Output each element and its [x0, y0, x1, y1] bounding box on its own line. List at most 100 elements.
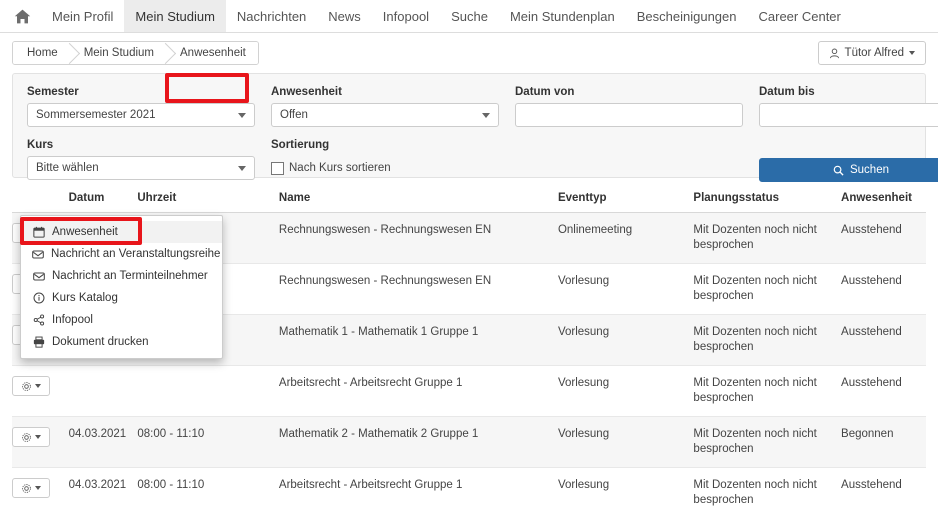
- nav-item-suche[interactable]: Suche: [440, 0, 499, 32]
- nav-label: Mein Studium: [135, 8, 215, 24]
- table-row[interactable]: Arbeitsrecht - Arbeitsrecht Gruppe 1 Vorl…: [12, 365, 926, 417]
- filter-label-datum-von: Datum von: [515, 86, 575, 98]
- cell-datum: [68, 365, 138, 417]
- semester-select[interactable]: Sommersemester 2021: [27, 103, 255, 127]
- suchen-label: Suchen: [849, 164, 889, 176]
- breadcrumb-item-home[interactable]: Home: [13, 42, 70, 64]
- cell-anwesenheit: Ausstehend: [841, 212, 926, 264]
- cell-uhrzeit: 08:00 - 11:10: [137, 416, 279, 468]
- row-actions-cell: [12, 467, 69, 515]
- home-icon: [14, 9, 31, 23]
- cell-anwesenheit: Begonnen: [841, 416, 926, 468]
- home-button[interactable]: [0, 0, 41, 32]
- context-menu-item-infopool[interactable]: Infopool: [21, 309, 222, 331]
- filter-anwesenheit: Anwesenheit Offen Sortierung Nach Kurs s…: [271, 86, 499, 182]
- chevron-down-icon: [238, 113, 246, 118]
- breadcrumb-item-mein-studium[interactable]: Mein Studium: [69, 42, 166, 64]
- user-menu-button[interactable]: Tütor Alfred: [817, 41, 926, 65]
- suchen-button[interactable]: Suchen: [759, 158, 938, 182]
- top-navigation-bar: Mein Profil Mein Studium Nachrichten New…: [0, 0, 938, 33]
- row-actions-context-menu[interactable]: Anwesenheit Nachricht an Veranstaltungsre…: [20, 215, 223, 359]
- cell-planungsstatus: Mit Dozenten noch nicht besprochen: [693, 212, 842, 264]
- datum-bis-input[interactable]: [759, 103, 938, 127]
- sortierung-checkbox-row[interactable]: Nach Kurs sortieren: [271, 156, 499, 180]
- nav-item-infopool[interactable]: Infopool: [372, 0, 440, 32]
- context-menu-item-kurs-katalog[interactable]: Kurs Katalog: [21, 287, 222, 309]
- cell-planungsstatus: Mit Dozenten noch nicht besprochen: [693, 314, 842, 366]
- nav-item-nachrichten[interactable]: Nachrichten: [226, 0, 317, 32]
- row-actions-button[interactable]: [12, 478, 50, 498]
- breadcrumb-item-anwesenheit[interactable]: Anwesenheit: [166, 42, 258, 64]
- breadcrumb-label: Home: [27, 47, 58, 59]
- column-header-name[interactable]: Name: [278, 192, 558, 213]
- nav-item-mein-studium[interactable]: Mein Studium: [124, 0, 226, 32]
- nach-kurs-sortieren-checkbox[interactable]: [271, 161, 284, 175]
- user-menu-label: Tütor Alfred: [844, 47, 904, 59]
- filter-label-datum-bis: Datum bis: [759, 86, 815, 98]
- cell-name: Rechnungswesen - Rechnungswesen EN: [278, 263, 558, 315]
- row-actions-button[interactable]: [12, 376, 50, 396]
- column-header-planungsstatus[interactable]: Planungsstatus: [693, 192, 842, 213]
- nav-label: Infopool: [382, 8, 430, 24]
- cell-eventtyp: Vorlesung: [557, 467, 694, 515]
- nav-label: Mein Stundenplan: [509, 8, 615, 24]
- kurs-select[interactable]: Bitte wählen: [27, 156, 255, 180]
- cell-eventtyp: Vorlesung: [557, 263, 694, 315]
- nav-item-news[interactable]: News: [317, 0, 372, 32]
- cell-anwesenheit: Ausstehend: [841, 314, 926, 366]
- table-row[interactable]: 04.03.2021 08:00 - 11:10 Mathematik 2 - Ma…: [12, 416, 926, 468]
- cell-eventtyp: Onlinemeeting: [557, 212, 694, 264]
- context-menu-item-label: Infopool: [52, 314, 93, 326]
- context-menu-item-anwesenheit[interactable]: Anwesenheit: [21, 221, 222, 243]
- context-menu-item-label: Anwesenheit: [52, 226, 118, 238]
- nav-item-career-center[interactable]: Career Center: [748, 0, 852, 32]
- gear-icon: [22, 432, 31, 442]
- nav-item-bescheinigungen[interactable]: Bescheinigungen: [626, 0, 748, 32]
- search-icon: [833, 165, 844, 176]
- cell-eventtyp: Vorlesung: [557, 365, 694, 417]
- cell-datum: 04.03.2021: [68, 467, 138, 515]
- breadcrumb: Home Mein Studium Anwesenheit: [12, 41, 259, 65]
- semester-value: Sommersemester 2021: [36, 109, 156, 121]
- table-header-row: Datum Uhrzeit Name Eventtyp Planungsstat…: [12, 192, 926, 213]
- column-header-anwesenheit[interactable]: Anwesenheit: [841, 192, 926, 213]
- chevron-down-icon: [482, 113, 490, 118]
- cell-name: Mathematik 2 - Mathematik 2 Gruppe 1: [278, 416, 558, 468]
- attendance-table-wrapper: Datum Uhrzeit Name Eventtyp Planungsstat…: [12, 192, 926, 515]
- nav-label: Bescheinigungen: [636, 8, 737, 24]
- cell-planungsstatus: Mit Dozenten noch nicht besprochen: [693, 467, 842, 515]
- nav-item-mein-profil[interactable]: Mein Profil: [41, 0, 124, 32]
- nav-label: News: [328, 8, 361, 24]
- context-menu-item-nachricht-an-veranstaltungsreihe[interactable]: Nachricht an Veranstaltungsreihe: [21, 243, 222, 265]
- datum-von-input[interactable]: [515, 103, 743, 127]
- nav-label: Mein Profil: [52, 8, 114, 24]
- column-header-eventtyp[interactable]: Eventtyp: [557, 192, 694, 213]
- column-header-datum[interactable]: Datum: [68, 192, 138, 213]
- cell-uhrzeit: [137, 365, 279, 417]
- cell-anwesenheit: Ausstehend: [841, 467, 926, 515]
- envelope-icon: [32, 248, 44, 260]
- row-actions-cell: [12, 365, 69, 417]
- nav-label: Career Center: [758, 8, 841, 24]
- chevron-down-icon: [35, 486, 41, 490]
- table-row[interactable]: 04.03.2021 08:00 - 11:10 Arbeitsrecht - Ar…: [12, 467, 926, 515]
- cell-name: Mathematik 1 - Mathematik 1 Gruppe 1: [278, 314, 558, 366]
- context-menu-item-nachricht-an-terminteilnehmer[interactable]: Nachricht an Terminteilnehmer: [21, 265, 222, 287]
- cell-planungsstatus: Mit Dozenten noch nicht besprochen: [693, 416, 842, 468]
- chevron-down-icon: [909, 51, 915, 55]
- anwesenheit-select[interactable]: Offen: [271, 103, 499, 127]
- filter-semester: Semester Sommersemester 2021 Kurs Bitte …: [27, 86, 255, 182]
- chevron-down-icon: [238, 166, 246, 171]
- context-menu-item-label: Nachricht an Veranstaltungsreihe: [51, 248, 221, 260]
- column-header-uhrzeit[interactable]: Uhrzeit: [137, 192, 279, 213]
- context-menu-item-dokument-drucken[interactable]: Dokument drucken: [21, 331, 222, 353]
- row-actions-button[interactable]: [12, 427, 50, 447]
- cell-uhrzeit: 08:00 - 11:10: [137, 467, 279, 515]
- envelope-icon: [32, 270, 45, 282]
- filter-label-semester: Semester: [27, 86, 79, 98]
- cell-name: Arbeitsrecht - Arbeitsrecht Gruppe 1: [278, 365, 558, 417]
- cell-datum: 04.03.2021: [68, 416, 138, 468]
- kurs-value: Bitte wählen: [36, 162, 99, 174]
- nav-item-mein-stundenplan[interactable]: Mein Stundenplan: [499, 0, 626, 32]
- cell-anwesenheit: Ausstehend: [841, 263, 926, 315]
